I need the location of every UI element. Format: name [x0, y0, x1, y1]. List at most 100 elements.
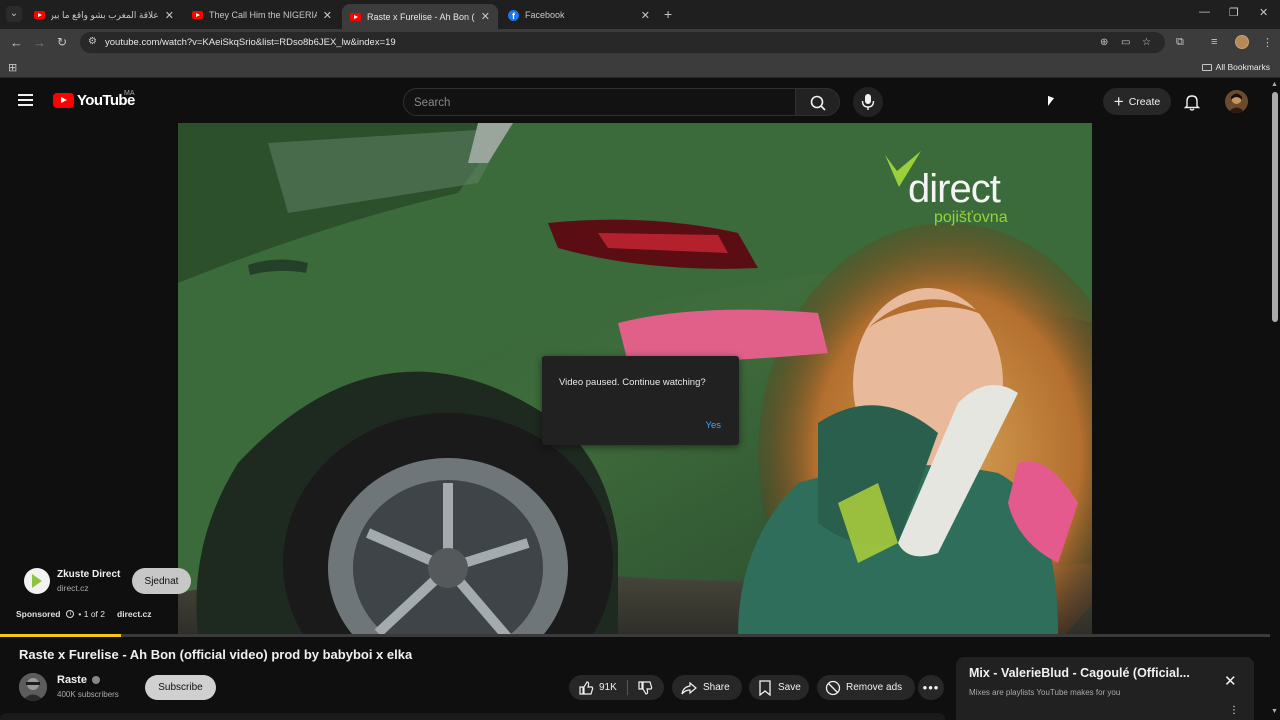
extensions-icon[interactable]: ⧉	[1176, 36, 1184, 49]
search-input[interactable]	[414, 94, 784, 111]
channel-name[interactable]: Raste	[57, 674, 100, 686]
tab-raste-video[interactable]: Raste x Furelise - Ah Bon (offici ✕	[342, 4, 498, 29]
close-icon[interactable]: ✕	[165, 9, 174, 22]
youtube-icon	[350, 12, 361, 21]
mix-playlist-panel: Mix - ValerieBlud - Cagoulé (Official...…	[956, 657, 1254, 720]
plus-icon: +	[1113, 91, 1124, 111]
avatar-image	[1225, 90, 1248, 113]
youtube-icon	[192, 11, 203, 19]
share-label: Share	[703, 682, 730, 693]
mix-close-icon[interactable]: ✕	[1224, 672, 1237, 690]
like-divider	[626, 680, 628, 695]
ad-cta-button[interactable]: Sjednat	[132, 568, 191, 594]
more-actions-button[interactable]: •••	[918, 675, 944, 700]
address-toolbar: ← → ↻ ⚙ youtube.com/watch?v=KAeiSkqSrio&…	[0, 29, 1280, 56]
channel-avatar[interactable]	[19, 673, 47, 701]
apps-grid-icon[interactable]: ⊞	[8, 61, 17, 74]
create-label: Create	[1128, 95, 1161, 108]
omnibox[interactable]: ⚙ youtube.com/watch?v=KAeiSkqSrio&list=R…	[80, 32, 1165, 53]
tab-facebook[interactable]: f Facebook ✕	[500, 4, 658, 26]
ad-brand-word: direct	[908, 167, 1001, 211]
search-button[interactable]	[795, 88, 840, 116]
create-button[interactable]: + Create	[1103, 88, 1171, 115]
notifications-button[interactable]	[1181, 91, 1203, 113]
mouse-cursor-icon	[1048, 95, 1054, 109]
thumbs-down-icon[interactable]	[637, 680, 653, 696]
close-icon[interactable]: ✕	[481, 10, 490, 23]
pause-dialog: Video paused. Continue watching? Yes	[542, 356, 739, 445]
tab-search-chevron-icon[interactable]: ⌄	[6, 6, 22, 22]
tab-title: Facebook	[525, 10, 565, 20]
all-bookmarks-label: All Bookmarks	[1215, 62, 1270, 72]
close-icon[interactable]: ✕	[323, 9, 332, 22]
below-fold-content	[0, 713, 945, 720]
thumbs-up-icon	[579, 680, 594, 695]
subscribe-button[interactable]: Subscribe	[145, 675, 216, 700]
url-text[interactable]: youtube.com/watch?v=KAeiSkqSrio&list=RDs…	[105, 37, 396, 48]
page-scrollbar[interactable]: ▲ ▼	[1270, 78, 1280, 720]
ad-position: • 1 of 2	[78, 609, 106, 619]
scroll-up-arrow-icon[interactable]: ▲	[1271, 81, 1278, 88]
tab-nigerian-video[interactable]: They Call Him the NIGERIAN H ✕	[184, 4, 340, 26]
youtube-icon	[34, 11, 45, 19]
restore-icon[interactable]: ❐	[1229, 6, 1239, 19]
advertiser-logo-icon	[24, 568, 50, 594]
mix-title[interactable]: Mix - ValerieBlud - Cagoulé (Official...	[969, 666, 1214, 680]
folder-icon	[1201, 63, 1212, 71]
block-icon	[825, 680, 841, 695]
zoom-icon[interactable]: ⊕	[1100, 37, 1108, 48]
share-arrow-icon	[681, 681, 697, 694]
like-count: 91K	[599, 682, 617, 693]
youtube-logo[interactable]: YouTube	[53, 92, 135, 109]
continue-watching-yes-button[interactable]: Yes	[706, 420, 722, 431]
browser-menu-icon[interactable]: ⋮	[1262, 36, 1273, 49]
bookmarks-bar: ⊞ All Bookmarks	[0, 56, 1280, 78]
like-dislike-group: 91K	[569, 675, 664, 700]
mix-more-icon[interactable]: ⋮	[1229, 705, 1239, 716]
youtube-play-icon	[53, 93, 74, 108]
scroll-down-arrow-icon[interactable]: ▼	[1271, 708, 1278, 715]
like-button[interactable]: 91K	[569, 675, 617, 700]
microphone-icon	[861, 94, 875, 110]
window-close-icon[interactable]: ✕	[1259, 6, 1268, 19]
share-button[interactable]: Share	[672, 675, 742, 700]
save-label: Save	[778, 682, 801, 693]
pause-message: Video paused. Continue watching?	[559, 377, 706, 388]
close-icon[interactable]: ✕	[641, 9, 650, 22]
media-controls-icon[interactable]: ≡	[1211, 36, 1217, 48]
menu-hamburger-icon[interactable]	[18, 94, 33, 106]
ad-display-domain[interactable]: direct.cz	[117, 609, 152, 619]
back-arrow-icon[interactable]: ←	[10, 35, 23, 50]
minimize-icon[interactable]: —	[1199, 6, 1210, 18]
voice-search-button[interactable]	[853, 87, 883, 117]
search-box	[403, 88, 796, 116]
cast-icon[interactable]: ▭	[1121, 37, 1130, 48]
advertiser-name: Zkuste Direct	[57, 569, 121, 580]
video-progress-bar[interactable]	[0, 634, 1270, 637]
ad-advertiser-info[interactable]: Zkuste Direct direct.cz	[18, 564, 120, 598]
account-avatar[interactable]	[1225, 90, 1248, 113]
tab-title: They Call Him the NIGERIAN H	[209, 10, 317, 20]
ad-brand-sub: pojišťovna	[934, 209, 1008, 226]
info-icon[interactable]: i	[66, 610, 75, 618]
video-title: Raste x Furelise - Ah Bon (official vide…	[19, 647, 413, 662]
ad-meta: Sponsored i • 1 of 2 direct.cz	[16, 609, 152, 619]
all-bookmarks-button[interactable]: All Bookmarks	[1201, 62, 1270, 72]
scrollbar-thumb[interactable]	[1272, 92, 1278, 322]
search-icon	[810, 95, 826, 111]
region-code: MA	[124, 90, 135, 97]
tab-title: علاقة المغرب بشو واقع ما بين ال	[51, 9, 159, 20]
remove-ads-label: Remove ads	[846, 682, 903, 693]
remove-ads-button[interactable]: Remove ads	[817, 675, 915, 700]
tab-arabic-video[interactable]: علاقة المغرب بشو واقع ما بين ال ✕	[26, 4, 182, 26]
browser-profile-avatar[interactable]	[1235, 35, 1249, 49]
new-tab-button[interactable]: +	[664, 6, 672, 22]
advertiser-domain: direct.cz	[57, 583, 89, 593]
ad-texts: Zkuste Direct direct.cz	[57, 569, 120, 593]
reload-icon[interactable]: ↻	[57, 35, 67, 49]
forward-arrow-icon[interactable]: →	[33, 35, 46, 50]
bookmark-star-icon[interactable]: ☆	[1142, 37, 1151, 48]
tab-title: Raste x Furelise - Ah Bon (offici	[367, 11, 475, 22]
save-button[interactable]: Save	[749, 675, 809, 700]
site-info-icon[interactable]: ⚙	[88, 36, 97, 47]
